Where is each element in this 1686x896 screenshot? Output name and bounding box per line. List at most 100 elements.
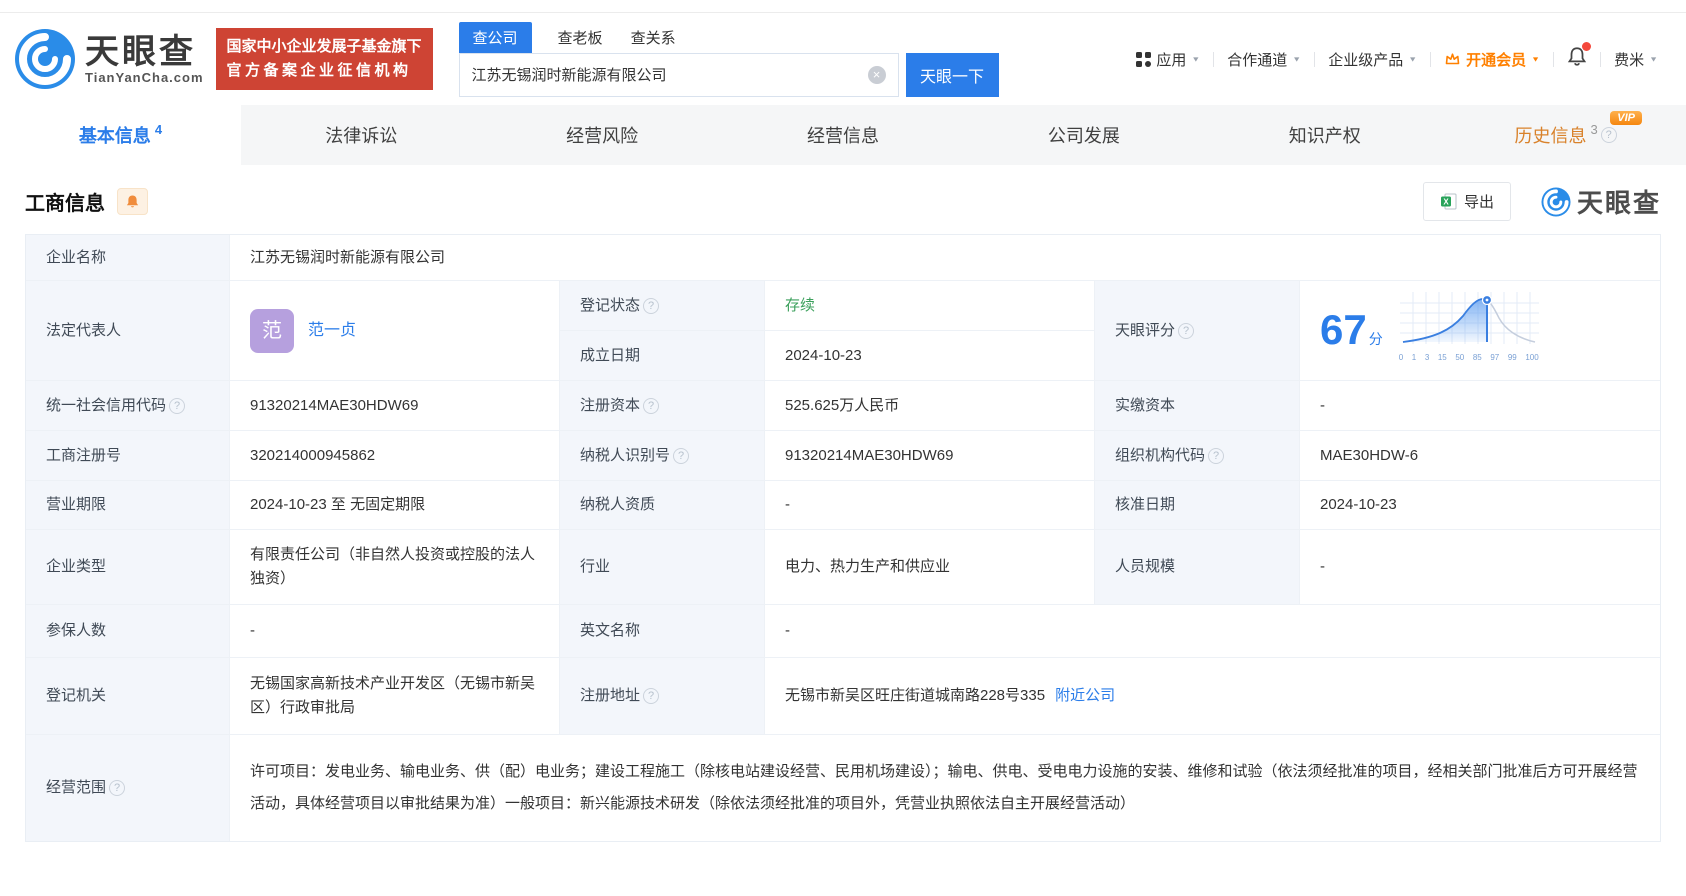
field-english-name-value: - <box>765 605 1660 658</box>
excel-icon: X <box>1440 193 1457 210</box>
section-header: 工商信息 X 导出 天眼查 <box>25 182 1661 221</box>
menu-open-vip-label: 开通会员 <box>1466 51 1527 69</box>
reg-capital-label-text: 注册资本 <box>580 396 641 414</box>
brand-name: 天眼查 <box>85 32 196 71</box>
notification-red-dot <box>1582 42 1592 51</box>
tab-operation[interactable]: 经营信息 <box>723 105 964 165</box>
field-industry-label: 行业 <box>560 530 765 605</box>
help-icon[interactable]: ? <box>643 688 660 704</box>
field-legal-rep-value: 范 范一贞 <box>230 281 560 381</box>
section-title: 工商信息 <box>25 193 105 215</box>
gov-certification-badge: 国家中小企业发展子基金旗下 官方备案企业征信机构 <box>215 28 433 90</box>
score-label-text: 天眼评分 <box>1115 321 1176 339</box>
tab-development-label: 公司发展 <box>1047 126 1120 146</box>
notification-bell[interactable] <box>1567 42 1592 72</box>
field-approve-date-label: 核准日期 <box>1095 481 1300 530</box>
vip-badge: VIP <box>1610 111 1643 125</box>
tab-history-label: 历史信息 <box>1514 126 1587 146</box>
field-reg-capital-label: 注册资本 ? <box>560 381 765 431</box>
search-tab-company[interactable]: 查公司 <box>458 21 532 53</box>
monitor-bell-chip[interactable] <box>117 188 148 215</box>
export-button[interactable]: X 导出 <box>1422 182 1511 221</box>
field-address-label: 注册地址 ? <box>560 658 765 735</box>
badge-line2: 官方备案企业征信机构 <box>226 62 412 79</box>
tab-history[interactable]: VIP 历史信息 3 ? <box>1445 105 1686 165</box>
menu-enterprise[interactable]: 企业级产品 ▼ <box>1328 49 1417 70</box>
help-icon[interactable]: ? <box>169 397 186 414</box>
menu-user[interactable]: 费米 ▼ <box>1614 49 1658 70</box>
chevron-down-icon: ▼ <box>1191 55 1201 63</box>
menu-divider <box>1553 51 1555 67</box>
help-icon[interactable]: ? <box>109 780 126 796</box>
menu-open-vip[interactable]: 开通会员 ▼ <box>1444 49 1540 70</box>
export-button-label: 导出 <box>1463 194 1494 211</box>
watermark-logo: 天眼查 <box>1541 183 1661 220</box>
field-insured-label: 参保人数 <box>26 605 230 658</box>
menu-divider <box>1314 51 1316 67</box>
field-business-term-label: 营业期限 <box>26 481 230 530</box>
legal-rep-link[interactable]: 范一贞 <box>308 319 356 343</box>
app-grid-icon <box>1136 51 1152 67</box>
field-company-name-label: 企业名称 <box>26 235 230 281</box>
field-staff-size-label: 人员规模 <box>1095 530 1300 605</box>
score-number: 67 <box>1320 306 1367 353</box>
site-logo[interactable]: 天眼查 TianYanCha.com <box>14 28 204 90</box>
tianyancha-logo-icon <box>15 29 75 89</box>
search-input[interactable] <box>471 66 868 83</box>
help-icon[interactable]: ? <box>1178 322 1195 339</box>
search-tab-boss[interactable]: 查老板 <box>556 22 605 53</box>
field-reg-number-label: 工商注册号 <box>26 431 230 481</box>
tab-legal[interactable]: 法律诉讼 <box>241 105 482 165</box>
search-tab-relation[interactable]: 查关系 <box>629 22 678 53</box>
business-info-table: 企业名称 江苏无锡润时新能源有限公司 法定代表人 范 范一贞 登记状态 ? 存续… <box>25 234 1661 842</box>
business-scope-label-text: 经营范围 <box>46 779 107 796</box>
menu-partner[interactable]: 合作通道 ▼ <box>1227 49 1301 70</box>
field-establish-date-label: 成立日期 <box>560 331 765 381</box>
field-score-label: 天眼评分 ? <box>1095 281 1300 381</box>
axis-tick: 3 <box>1424 352 1430 362</box>
axis-tick: 100 <box>1525 352 1539 362</box>
field-taxpayer-quality-value: - <box>765 481 1095 530</box>
field-credit-code-value: 91320214MAE30HDW69 <box>230 381 560 431</box>
field-reg-authority-label: 登记机关 <box>26 658 230 735</box>
tab-risk[interactable]: 经营风险 <box>482 105 723 165</box>
axis-tick: 0 <box>1398 352 1404 362</box>
score-unit: 分 <box>1368 331 1383 347</box>
tab-ip[interactable]: 知识产权 <box>1204 105 1445 165</box>
search-clear-icon[interactable]: × <box>867 65 886 84</box>
help-icon[interactable]: ? <box>1600 127 1617 143</box>
help-icon[interactable]: ? <box>673 447 690 464</box>
legal-rep-avatar[interactable]: 范 <box>250 308 294 353</box>
chevron-down-icon: ▼ <box>1649 55 1658 63</box>
search-button[interactable]: 天眼一下 <box>905 52 999 97</box>
tab-basic-info-count: 4 <box>154 121 163 137</box>
field-establish-date-value: 2024-10-23 <box>765 331 1095 381</box>
menu-apps[interactable]: 应用 ▼ <box>1136 49 1200 70</box>
help-icon[interactable]: ? <box>643 397 660 414</box>
tab-development[interactable]: 公司发展 <box>963 105 1204 165</box>
field-taxpayer-quality-label: 纳税人资质 <box>560 481 765 530</box>
field-company-name-value: 江苏无锡润时新能源有限公司 <box>230 235 1660 281</box>
axis-tick: 50 <box>1455 352 1465 362</box>
field-address-value: 无锡市新吴区旺庄街道城南路228号335 附近公司 <box>765 658 1660 735</box>
alert-bell-icon <box>126 194 139 207</box>
field-paid-capital-label: 实缴资本 <box>1095 381 1300 431</box>
nearby-companies-link[interactable]: 附近公司 <box>1055 684 1115 708</box>
watermark-logo-icon <box>1541 186 1571 217</box>
tab-basic-info[interactable]: 基本信息 4 <box>0 105 241 165</box>
menu-apps-label: 应用 <box>1156 51 1187 69</box>
help-icon[interactable]: ? <box>643 297 660 314</box>
watermark-text: 天眼查 <box>1576 188 1661 218</box>
field-org-code-value: MAE30HDW-6 <box>1300 431 1660 481</box>
top-menu: 应用 ▼ 合作通道 ▼ 企业级产品 ▼ 开通会员 ▼ 费米 ▼ <box>1136 42 1658 72</box>
search-box: × <box>458 52 899 97</box>
field-reg-status-value: 存续 <box>765 281 1095 331</box>
org-code-label-text: 组织机构代码 <box>1115 446 1206 464</box>
field-legal-rep-label: 法定代表人 <box>26 281 230 381</box>
field-reg-number-value: 320214000945862 <box>230 431 560 481</box>
reg-status-label-text: 登记状态 <box>580 296 641 314</box>
field-taxpayer-id-label: 纳税人识别号 ? <box>560 431 765 481</box>
chevron-down-icon: ▼ <box>1408 55 1418 63</box>
help-icon[interactable]: ? <box>1208 447 1225 464</box>
field-approve-date-value: 2024-10-23 <box>1300 481 1660 530</box>
